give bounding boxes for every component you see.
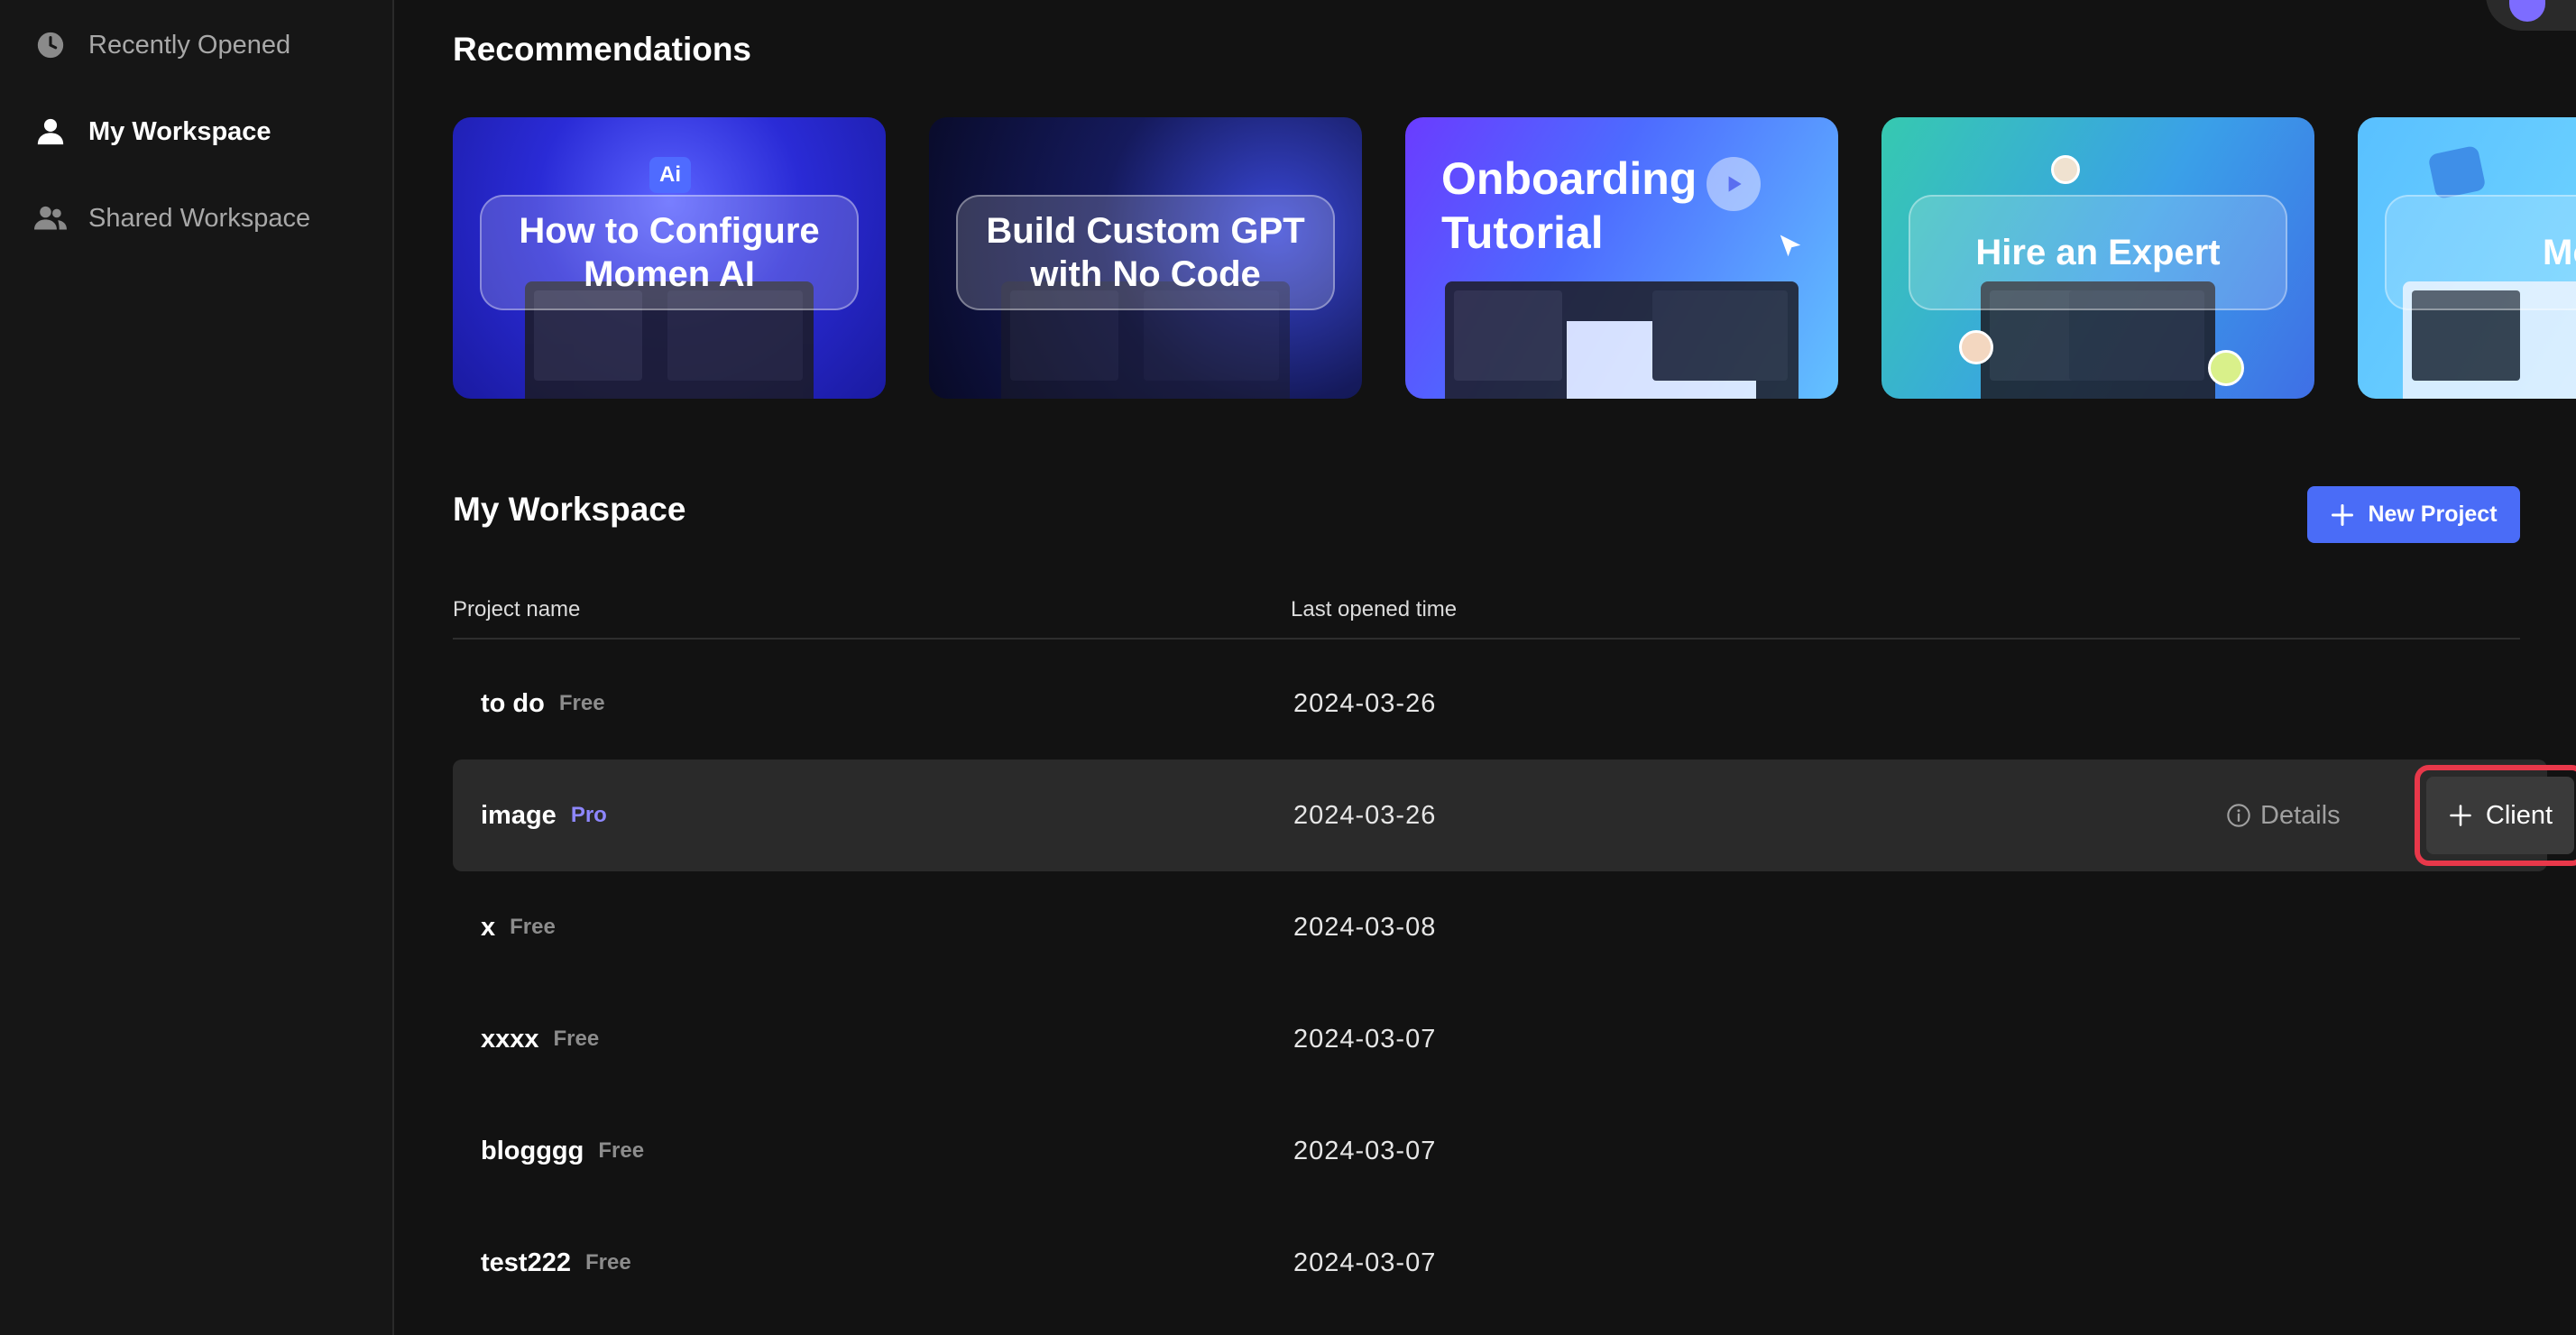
ai-icon: Ai: [649, 157, 691, 193]
last-opened-date: 2024-03-26: [1293, 688, 1437, 718]
card-preview-image: [1445, 281, 1799, 399]
recommendation-card-momen[interactable]: Momen: [2358, 117, 2576, 399]
recommendation-card-hire-expert[interactable]: Hire an Expert: [1881, 117, 2314, 399]
client-button[interactable]: Client: [2426, 777, 2574, 854]
main-content: Recommendations Ai How to Configure Mome…: [396, 0, 2576, 1335]
plan-badge: Pro: [570, 803, 607, 827]
recommendation-card-configure-ai[interactable]: Ai How to Configure Momen AI: [453, 117, 886, 399]
new-project-button[interactable]: New Project: [2307, 486, 2520, 543]
cursor-icon: [1780, 235, 1801, 257]
last-opened-date: 2024-03-08: [1293, 912, 1437, 942]
plan-badge: Free: [558, 691, 605, 715]
client-label: Client: [2485, 800, 2553, 830]
plan-badge: Free: [510, 915, 556, 939]
table-row[interactable]: to do Free 2024-03-26: [453, 648, 2547, 760]
card-label: Hire an Expert: [1909, 195, 2287, 310]
sidebar-item-my-workspace[interactable]: My Workspace: [34, 105, 271, 159]
project-name: to do: [481, 688, 545, 718]
info-icon: [2227, 804, 2250, 827]
plan-badge: Free: [553, 1027, 600, 1051]
project-name: image: [481, 800, 557, 830]
recommendation-cards: Ai How to Configure Momen AI Build Custo…: [453, 117, 2576, 399]
avatar-icon: [1959, 330, 1993, 364]
sidebar-item-label: My Workspace: [88, 116, 271, 146]
plus-icon: [2450, 805, 2471, 826]
last-opened-date: 2024-03-07: [1293, 1136, 1437, 1165]
card-label: Build Custom GPT with No Code: [956, 195, 1335, 310]
details-label: Details: [2260, 800, 2341, 830]
card-label: Onboarding Tutorial: [1441, 153, 1697, 258]
new-project-label: New Project: [2368, 502, 2498, 527]
workspace-title: My Workspace: [453, 491, 686, 528]
project-name: blogggg: [481, 1136, 584, 1165]
recommendation-card-custom-gpt[interactable]: Build Custom GPT with No Code: [929, 117, 1362, 399]
recommendations-title: Recommendations: [453, 31, 752, 68]
table-row[interactable]: test222 Free 2024-03-07: [453, 1207, 2547, 1319]
clock-icon: [34, 29, 67, 61]
last-opened-date: 2024-03-07: [1293, 1024, 1437, 1054]
chat-icon: [2427, 144, 2487, 200]
table-row[interactable]: image Pro 2024-03-26 Details Client: [453, 760, 2576, 871]
sidebar-item-recently-opened[interactable]: Recently Opened: [34, 18, 290, 72]
sidebar-item-label: Shared Workspace: [88, 203, 311, 233]
users-icon: [34, 202, 67, 235]
sidebar: Recently Opened My Workspace Shared Work…: [0, 0, 394, 1335]
avatar-icon: [2051, 155, 2080, 184]
avatar-icon: [2208, 350, 2244, 386]
avatar[interactable]: [2486, 0, 2576, 31]
last-opened-date: 2024-03-26: [1293, 800, 1437, 830]
column-header-last-opened: Last opened time: [1291, 597, 1458, 621]
sidebar-item-label: Recently Opened: [88, 30, 291, 60]
sidebar-item-shared-workspace[interactable]: Shared Workspace: [34, 191, 310, 245]
column-header-project-name: Project name: [453, 597, 581, 621]
user-icon: [34, 115, 67, 148]
table-row[interactable]: x Free 2024-03-08: [453, 871, 2547, 983]
project-name: test222: [481, 1248, 571, 1277]
card-label: Momen: [2385, 195, 2576, 310]
divider: [453, 638, 2520, 640]
plan-badge: Free: [598, 1138, 645, 1163]
table-row[interactable]: xxxx Free 2024-03-07: [453, 983, 2547, 1095]
table-row[interactable]: blogggg Free 2024-03-07: [453, 1095, 2547, 1207]
play-icon: [1707, 157, 1761, 211]
project-name: xxxx: [481, 1024, 539, 1054]
card-label: How to Configure Momen AI: [480, 195, 859, 310]
details-button[interactable]: Details: [2226, 760, 2341, 871]
recommendation-card-onboarding[interactable]: Onboarding Tutorial: [1405, 117, 1838, 399]
plan-badge: Free: [584, 1250, 631, 1275]
plus-icon: [2332, 503, 2354, 526]
last-opened-date: 2024-03-07: [1293, 1248, 1437, 1277]
project-name: x: [481, 912, 496, 942]
